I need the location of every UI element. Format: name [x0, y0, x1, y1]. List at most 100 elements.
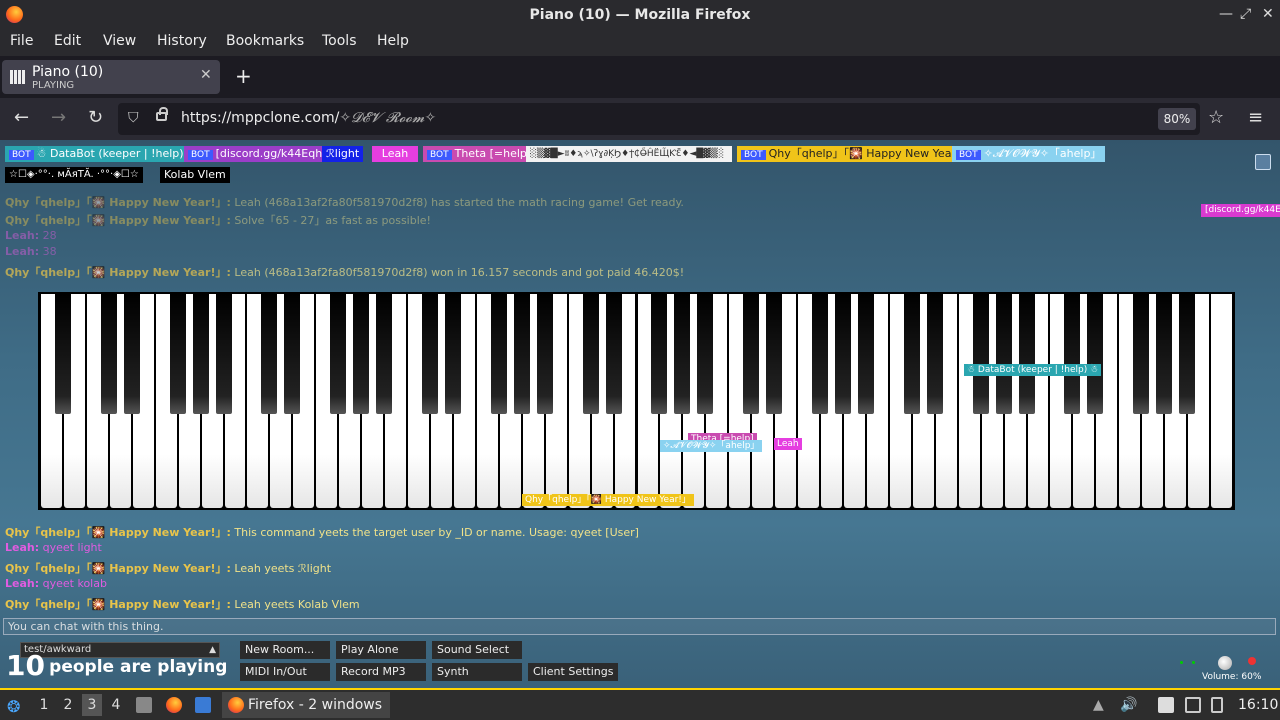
black-key[interactable]	[513, 294, 530, 414]
chat-message: Qhy「qhelp」「🎇 Happy New Year!」: Leah (468…	[5, 266, 685, 279]
black-key[interactable]	[1064, 294, 1081, 414]
user-theta[interactable]: BOT Theta [=help]	[423, 146, 536, 162]
user-glitch[interactable]: ░▒▓█►ʬ♦ϡ✧\ʔɣ∂ĶϦ♦ϯ₵Ő̶ĤЁЩ̃ƘƐ̃♦◄█▓▒░	[526, 146, 732, 162]
network-icon[interactable]	[1185, 697, 1201, 713]
volume-control[interactable]: Volume: 60%	[1180, 655, 1261, 685]
translate-icon[interactable]	[1255, 154, 1271, 170]
black-key[interactable]	[444, 294, 461, 414]
volume-knob[interactable]	[1218, 656, 1232, 670]
menu-file[interactable]: File	[10, 33, 33, 49]
tab-close-icon[interactable]: ✕	[200, 67, 212, 83]
black-key[interactable]	[995, 294, 1012, 414]
piano-keyboard[interactable]: ☃ DataBot (keeper | !help) ☃ Theta [=hel…	[38, 292, 1235, 510]
black-key[interactable]	[1087, 294, 1104, 414]
shield-icon[interactable]: ⛉	[128, 110, 139, 126]
black-key[interactable]	[284, 294, 301, 414]
menu-edit[interactable]: Edit	[54, 33, 81, 49]
user-light[interactable]: ℛlight	[322, 146, 364, 162]
black-key[interactable]	[353, 294, 370, 414]
forward-icon[interactable]: →	[51, 107, 66, 128]
terminal-icon[interactable]	[195, 697, 211, 713]
black-key[interactable]	[972, 294, 989, 414]
black-key[interactable]	[376, 294, 393, 414]
minimize-icon[interactable]: —	[1219, 6, 1233, 22]
firefox-launcher-icon[interactable]	[166, 697, 182, 713]
hamburger-menu-icon[interactable]: ≡	[1248, 107, 1263, 128]
chat-input[interactable]: You can chat with this thing.	[3, 618, 1276, 635]
bookmark-star-icon[interactable]: ☆	[1208, 107, 1224, 128]
black-key[interactable]	[1133, 294, 1150, 414]
new-tab-icon[interactable]: +	[235, 64, 252, 88]
navigation-bar: ← → ↻ ⛉ https://mppclone.com/✧𝓓𝓔𝓥 𝓡𝓸𝓸𝓶✧ …	[0, 98, 1280, 140]
file-manager-icon[interactable]	[136, 697, 152, 713]
workspace-3[interactable]: 3	[82, 694, 102, 716]
black-key[interactable]	[422, 294, 439, 414]
black-key[interactable]	[766, 294, 783, 414]
tray-up-icon[interactable]: ▲	[1093, 697, 1104, 713]
battery-icon[interactable]	[1211, 697, 1223, 713]
black-key[interactable]	[674, 294, 691, 414]
black-key[interactable]	[812, 294, 829, 414]
maximize-icon[interactable]: ⤢	[1240, 6, 1251, 22]
play-alone-button[interactable]: Play Alone	[336, 641, 426, 659]
taskbar: ❂ 1 2 3 4 Firefox - 2 windows ▲ 🔊 16:10	[0, 688, 1280, 720]
taskbar-window-firefox[interactable]: Firefox - 2 windows	[222, 692, 390, 718]
menu-view[interactable]: View	[103, 33, 136, 49]
user-databot[interactable]: BOT ☃ DataBot (keeper | !help) ☃	[5, 146, 201, 162]
black-key[interactable]	[1179, 294, 1196, 414]
user-kolab[interactable]: Kolab Vlem	[160, 167, 230, 183]
record-mp3-button[interactable]: Record MP3	[336, 663, 426, 681]
lock-icon[interactable]	[156, 107, 168, 121]
synth-button[interactable]: Synth	[432, 663, 522, 681]
close-icon[interactable]: ✕	[1262, 6, 1274, 22]
reload-icon[interactable]: ↻	[88, 107, 103, 128]
black-key[interactable]	[926, 294, 943, 414]
url-bar[interactable]: ⛉ https://mppclone.com/✧𝓓𝓔𝓥 𝓡𝓸𝓸𝓶✧ 80%	[118, 103, 1200, 135]
new-room-button[interactable]: New Room...	[240, 641, 330, 659]
start-menu-icon[interactable]: ❂	[7, 697, 20, 716]
black-key[interactable]	[903, 294, 920, 414]
speaker-icon[interactable]: 🔊	[1120, 697, 1137, 713]
piano-keys[interactable]	[40, 294, 1233, 508]
zoom-level[interactable]: 80%	[1158, 108, 1196, 130]
black-key[interactable]	[100, 294, 117, 414]
menu-history[interactable]: History	[157, 33, 207, 49]
black-key[interactable]	[1156, 294, 1173, 414]
black-key[interactable]	[536, 294, 553, 414]
tab-piano[interactable]: Piano (10) PLAYING ✕	[2, 60, 220, 94]
black-key[interactable]	[697, 294, 714, 414]
menu-tools[interactable]: Tools	[322, 33, 357, 49]
black-key[interactable]	[215, 294, 232, 414]
black-key[interactable]	[651, 294, 668, 414]
user-qhy[interactable]: BOT Qhy「qhelp」「🎇 Happy New Year!」	[737, 146, 976, 162]
black-key[interactable]	[169, 294, 186, 414]
black-key[interactable]	[54, 294, 71, 414]
black-key[interactable]	[834, 294, 851, 414]
black-key[interactable]	[192, 294, 209, 414]
clipboard-icon[interactable]	[1158, 697, 1174, 713]
black-key[interactable]	[123, 294, 140, 414]
black-key[interactable]	[605, 294, 622, 414]
black-key[interactable]	[582, 294, 599, 414]
user-discord[interactable]: BOT [discord.gg/k44Eqha]	[184, 146, 338, 162]
user-leah[interactable]: Leah	[372, 146, 418, 162]
black-key[interactable]	[1018, 294, 1035, 414]
workspace-2[interactable]: 2	[58, 694, 78, 716]
menu-help[interactable]: Help	[377, 33, 409, 49]
midi-button[interactable]: MIDI In/Out	[240, 663, 330, 681]
workspace-1[interactable]: 1	[34, 694, 54, 716]
sound-select-button[interactable]: Sound Select	[432, 641, 522, 659]
chat-message: Leah: 28	[5, 229, 57, 242]
black-key[interactable]	[261, 294, 278, 414]
back-icon[interactable]: ←	[14, 107, 29, 128]
black-key[interactable]	[743, 294, 760, 414]
black-key[interactable]	[857, 294, 874, 414]
user-marta[interactable]: ☆☐◈·°°·. мĂяТĂ. ·°°·◈☐☆	[5, 167, 143, 183]
white-key[interactable]	[1211, 294, 1232, 508]
menu-bookmarks[interactable]: Bookmarks	[226, 33, 304, 49]
workspace-4[interactable]: 4	[106, 694, 126, 716]
black-key[interactable]	[330, 294, 347, 414]
client-settings-button[interactable]: Client Settings	[528, 663, 618, 681]
user-avowy[interactable]: BOT ✧𝓐𝓥𝓞𝓦𝓨✧「ahelp」	[952, 146, 1106, 162]
black-key[interactable]	[490, 294, 507, 414]
